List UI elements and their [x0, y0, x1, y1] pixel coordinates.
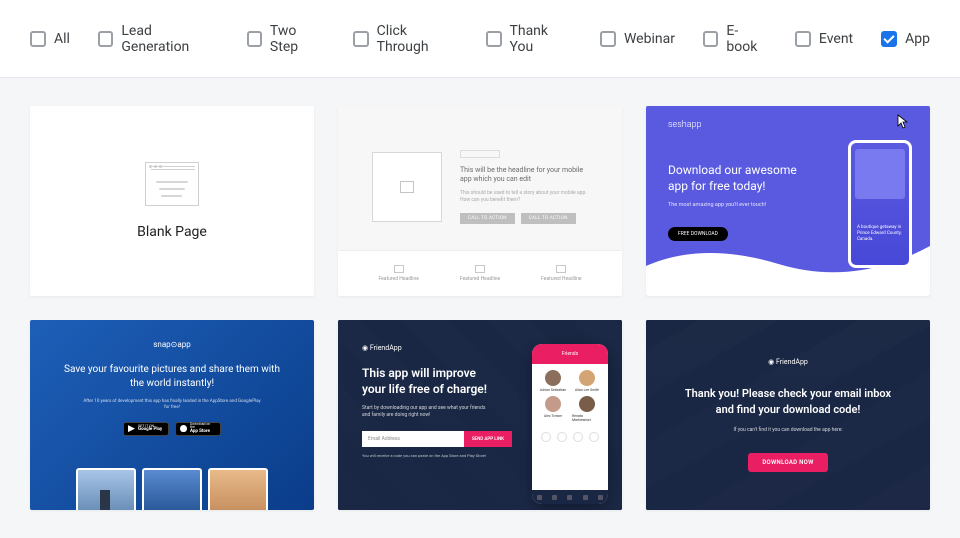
- filter-all[interactable]: All: [30, 31, 70, 47]
- checkbox-icon: [353, 31, 368, 47]
- checkbox-checked-icon: [881, 31, 897, 47]
- filter-event[interactable]: Event: [795, 31, 853, 47]
- screenshot-row: [30, 460, 314, 510]
- checkbox-icon: [30, 31, 46, 47]
- cursor-icon: [894, 114, 910, 130]
- checkbox-icon: [486, 31, 501, 47]
- apple-icon: [180, 425, 187, 432]
- feature-label: Featured Headline: [541, 276, 581, 282]
- filter-label: E-book: [726, 23, 767, 55]
- cta-button: CALL TO ACTION: [521, 213, 576, 224]
- logo-placeholder: [460, 150, 500, 158]
- subline: Start by downloading our app and see wha…: [362, 405, 492, 419]
- filter-two-step[interactable]: Two Step: [247, 23, 326, 55]
- avatar-icon: [545, 396, 561, 412]
- checkbox-icon: [98, 31, 113, 47]
- blank-page-icon: [145, 162, 199, 206]
- phone-mockup: A boutique getaway in Prince Edward Coun…: [848, 140, 912, 268]
- filter-ebook[interactable]: E-book: [703, 23, 767, 55]
- headline: Save your favourite pictures and share t…: [30, 363, 314, 391]
- wireframe-features: Featured Headline Featured Headline Feat…: [338, 250, 622, 296]
- app-store-badge: Download on theApp Store: [175, 422, 221, 436]
- cta-button: CALL TO ACTION: [460, 213, 515, 224]
- phone-header: Friends: [532, 344, 608, 364]
- filter-bar: All Lead Generation Two Step Click Throu…: [0, 0, 960, 78]
- checkbox-icon: [795, 31, 811, 47]
- image-placeholder-icon: [372, 152, 442, 222]
- avatar-icon: [545, 370, 561, 386]
- brand-logo: snap⊙app: [30, 340, 314, 349]
- wireframe-hero: This will be the headline for your mobil…: [338, 106, 622, 250]
- filter-label: Event: [819, 31, 853, 47]
- screenshot-thumb: [76, 468, 136, 510]
- feature-icon: [394, 265, 404, 273]
- screenshot-thumb: [142, 468, 202, 510]
- wireframe-headline: This will be the headline for your mobil…: [460, 166, 588, 184]
- headline: This app will improve your life free of …: [362, 366, 502, 397]
- screenshot-thumb: [208, 468, 268, 510]
- headline: Thank you! Please check your email inbox…: [676, 386, 900, 417]
- template-card-blank[interactable]: Blank Page: [30, 106, 314, 296]
- checkbox-icon: [600, 31, 616, 47]
- template-card-seshapp[interactable]: seshapp Download our awesome app for fre…: [646, 106, 930, 296]
- filter-label: All: [54, 31, 70, 47]
- phone-caption: A boutique getaway in Prince Edward Coun…: [857, 225, 903, 243]
- feature-label: Featured Headline: [460, 276, 500, 282]
- template-card-friendapp-thankyou[interactable]: FriendApp Thank you! Please check your e…: [646, 320, 930, 510]
- headline: Download our awesome app for free today!: [668, 162, 808, 194]
- template-title: Blank Page: [137, 224, 207, 240]
- filter-label: Two Step: [270, 23, 325, 55]
- filter-thank-you[interactable]: Thank You: [486, 23, 572, 55]
- template-grid: Blank Page This will be the headline for…: [0, 78, 960, 538]
- filter-label: Click Through: [377, 23, 458, 55]
- download-button: DOWNLOAD NOW: [748, 453, 827, 472]
- subline: After 10 years of development this app h…: [30, 399, 314, 412]
- filter-label: Lead Generation: [121, 23, 218, 55]
- checkbox-icon: [703, 31, 718, 47]
- store-badges: GET IT ONGoogle Play Download on theApp …: [30, 422, 314, 436]
- template-card-friendapp[interactable]: FriendApp This app will improve your lif…: [338, 320, 622, 510]
- email-form: Email Address SEND APP LINK: [362, 431, 512, 447]
- submit-button: SEND APP LINK: [464, 431, 512, 447]
- filter-label: Thank You: [510, 23, 572, 55]
- filter-label: Webinar: [624, 31, 675, 47]
- feature-label: Featured Headline: [378, 276, 418, 282]
- google-play-badge: GET IT ONGoogle Play: [123, 422, 169, 436]
- feature-icon: [556, 265, 566, 273]
- wireframe-subline: This should be used to tell a story abou…: [460, 190, 588, 203]
- download-button: FREE DOWNLOAD: [668, 227, 728, 241]
- filter-click-through[interactable]: Click Through: [353, 23, 458, 55]
- email-field: Email Address: [362, 431, 464, 447]
- checkbox-icon: [247, 31, 262, 47]
- brand-logo: FriendApp: [676, 358, 900, 366]
- filter-lead-generation[interactable]: Lead Generation: [98, 23, 219, 55]
- subline: If you can't find it you can download th…: [676, 427, 900, 433]
- brand-logo: seshapp: [668, 120, 702, 130]
- template-card-snapapp[interactable]: snap⊙app Save your favourite pictures an…: [30, 320, 314, 510]
- filter-webinar[interactable]: Webinar: [600, 31, 675, 47]
- avatar-icon: [579, 370, 595, 386]
- template-card-wireframe[interactable]: This will be the headline for your mobil…: [338, 106, 622, 296]
- feature-icon: [475, 265, 485, 273]
- subline: The most amazing app you'll ever touch!: [668, 202, 808, 208]
- avatar-icon: [579, 396, 595, 412]
- phone-mockup: Friends Adrian Sebastian Allan Lee Smith…: [532, 344, 608, 504]
- play-icon: [128, 425, 135, 432]
- filter-label: App: [905, 31, 930, 47]
- filter-app[interactable]: App: [881, 31, 930, 47]
